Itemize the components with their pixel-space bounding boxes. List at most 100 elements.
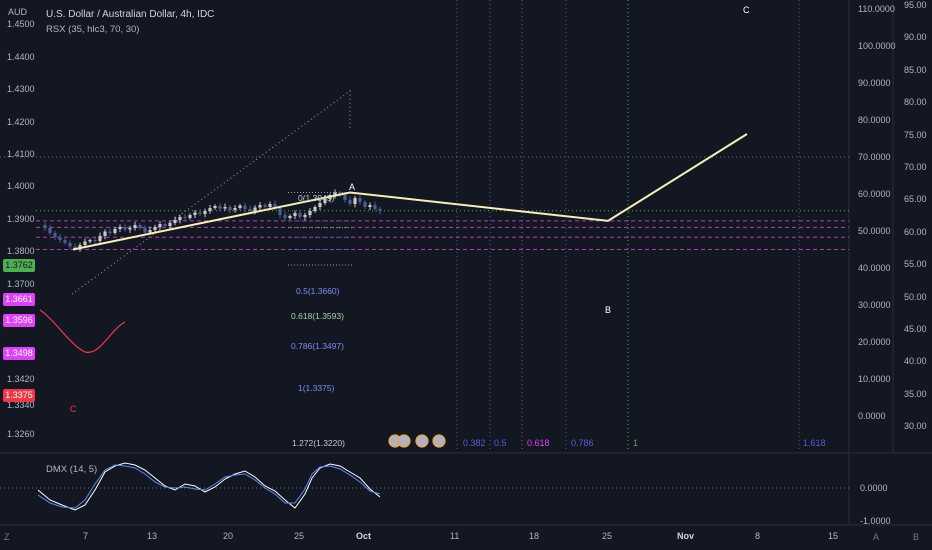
left-axis-tick: 1.3800: [7, 246, 35, 256]
candle-body[interactable]: [43, 225, 47, 228]
candle-body[interactable]: [218, 206, 222, 209]
candle-body[interactable]: [373, 205, 377, 209]
candle-body[interactable]: [343, 195, 347, 200]
candle-body[interactable]: [313, 207, 317, 211]
candle-body[interactable]: [48, 228, 52, 233]
candle-body[interactable]: [358, 198, 362, 202]
symbol-title[interactable]: U.S. Dollar / Australian Dollar, 4h, IDC: [46, 9, 214, 20]
economic-events-icon[interactable]: [388, 434, 446, 448]
wave-label-a: A: [349, 182, 355, 192]
candle-body[interactable]: [53, 233, 57, 237]
candle-body[interactable]: [173, 220, 177, 223]
log-scale-button[interactable]: B: [913, 532, 919, 542]
candle-body[interactable]: [268, 204, 272, 207]
candle-body[interactable]: [203, 211, 207, 214]
candle-body[interactable]: [263, 205, 267, 207]
outer-axis-tick: 35.00: [904, 388, 927, 399]
candle-body[interactable]: [278, 208, 282, 215]
candle-body[interactable]: [193, 212, 197, 216]
candle-body[interactable]: [378, 209, 382, 211]
candle-body[interactable]: [258, 205, 262, 208]
fib-label-0.786: 0.786(1.3497): [291, 341, 344, 351]
candle-body[interactable]: [243, 205, 247, 210]
candle-body[interactable]: [208, 208, 212, 211]
candle-body[interactable]: [63, 240, 67, 243]
candle-body[interactable]: [98, 236, 102, 241]
wave-label-b: B: [605, 305, 611, 315]
flag-icon[interactable]: [432, 434, 446, 448]
candle-body[interactable]: [253, 207, 257, 212]
flag-icon[interactable]: [397, 434, 411, 448]
candle-body[interactable]: [153, 227, 157, 230]
candle-body[interactable]: [178, 217, 182, 220]
left-axis-tick: 1.3260: [7, 429, 35, 439]
time-axis-tick: Nov: [677, 531, 695, 541]
candle-body[interactable]: [303, 215, 307, 217]
candle-body[interactable]: [133, 225, 137, 228]
sub-axis-tick: -1.0000: [860, 516, 891, 526]
time-axis-tick: 7: [83, 531, 89, 541]
candle-body[interactable]: [363, 202, 367, 207]
candle-body[interactable]: [213, 206, 217, 208]
indicator-sub[interactable]: DMX (14, 5): [46, 464, 97, 475]
candle-body[interactable]: [348, 200, 352, 204]
auto-scale-button[interactable]: A: [873, 532, 879, 542]
candle-body[interactable]: [88, 240, 92, 242]
candle-body[interactable]: [318, 203, 322, 207]
outer-axis-tick: 60.00: [904, 226, 927, 237]
candle-body[interactable]: [238, 205, 242, 209]
time-axis-tick: 25: [602, 531, 613, 541]
fib-label-1: 1(1.3375): [298, 383, 335, 393]
candle-body[interactable]: [138, 225, 142, 228]
candle-body[interactable]: [58, 237, 62, 240]
flag-icon[interactable]: [415, 434, 429, 448]
right-axis-tick: 110.0000: [858, 4, 895, 14]
time-fib-label: 0.382: [463, 438, 486, 448]
candle-body[interactable]: [93, 240, 97, 241]
candle-body[interactable]: [108, 231, 112, 234]
left-axis-tick: 1.4100: [7, 149, 35, 159]
indicator-main[interactable]: RSX (35, hlc3, 70, 30): [46, 24, 139, 35]
outer-axis-tick: 75.00: [904, 129, 927, 140]
outer-axis-tick: 90.00: [904, 32, 927, 43]
candle-body[interactable]: [353, 198, 357, 204]
left-axis-tick: 1.3700: [7, 279, 35, 289]
candle-body[interactable]: [163, 224, 167, 226]
candle-body[interactable]: [283, 215, 287, 218]
right-axis-tick: 60.0000: [858, 189, 891, 199]
candle-body[interactable]: [223, 207, 227, 209]
candle-body[interactable]: [308, 211, 312, 215]
candle-body[interactable]: [118, 227, 122, 229]
candle-body[interactable]: [123, 227, 127, 230]
settings-gear-icon[interactable]: Z: [4, 532, 10, 542]
candle-body[interactable]: [83, 241, 87, 246]
candle-body[interactable]: [188, 215, 192, 218]
candle-body[interactable]: [248, 209, 252, 211]
candle-body[interactable]: [128, 228, 132, 230]
candle-body[interactable]: [68, 243, 72, 247]
price-tag-magenta: 1.3498: [3, 347, 35, 360]
candle-body[interactable]: [143, 228, 147, 233]
left-axis-tick: 1.4300: [7, 84, 35, 94]
candle-body[interactable]: [103, 231, 107, 237]
candle-body[interactable]: [168, 223, 172, 226]
right-axis-tick: 90.0000: [858, 78, 891, 88]
candle-body[interactable]: [293, 213, 297, 216]
time-axis-tick: Oct: [356, 531, 372, 541]
candle-body[interactable]: [233, 208, 237, 210]
outer-axis-tick: 40.00: [904, 356, 927, 367]
candle-body[interactable]: [158, 224, 162, 227]
candle-body[interactable]: [113, 229, 117, 233]
wave-label-c-high: C: [743, 5, 750, 15]
candle-body[interactable]: [288, 216, 292, 218]
right-axis-tick: 30.0000: [858, 300, 891, 310]
candle-body[interactable]: [368, 205, 372, 207]
outer-axis-tick: 80.00: [904, 97, 927, 108]
candle-body[interactable]: [228, 207, 232, 210]
candle-body[interactable]: [298, 213, 302, 217]
candle-body[interactable]: [198, 212, 202, 215]
price-chart[interactable]: C A B C 0(1.3945) 0.5(1.3660) 0.618(1.35…: [0, 0, 932, 550]
left-axis-tick: 1.4500: [7, 19, 35, 29]
candle-body[interactable]: [183, 217, 187, 218]
candle-body[interactable]: [148, 230, 152, 233]
